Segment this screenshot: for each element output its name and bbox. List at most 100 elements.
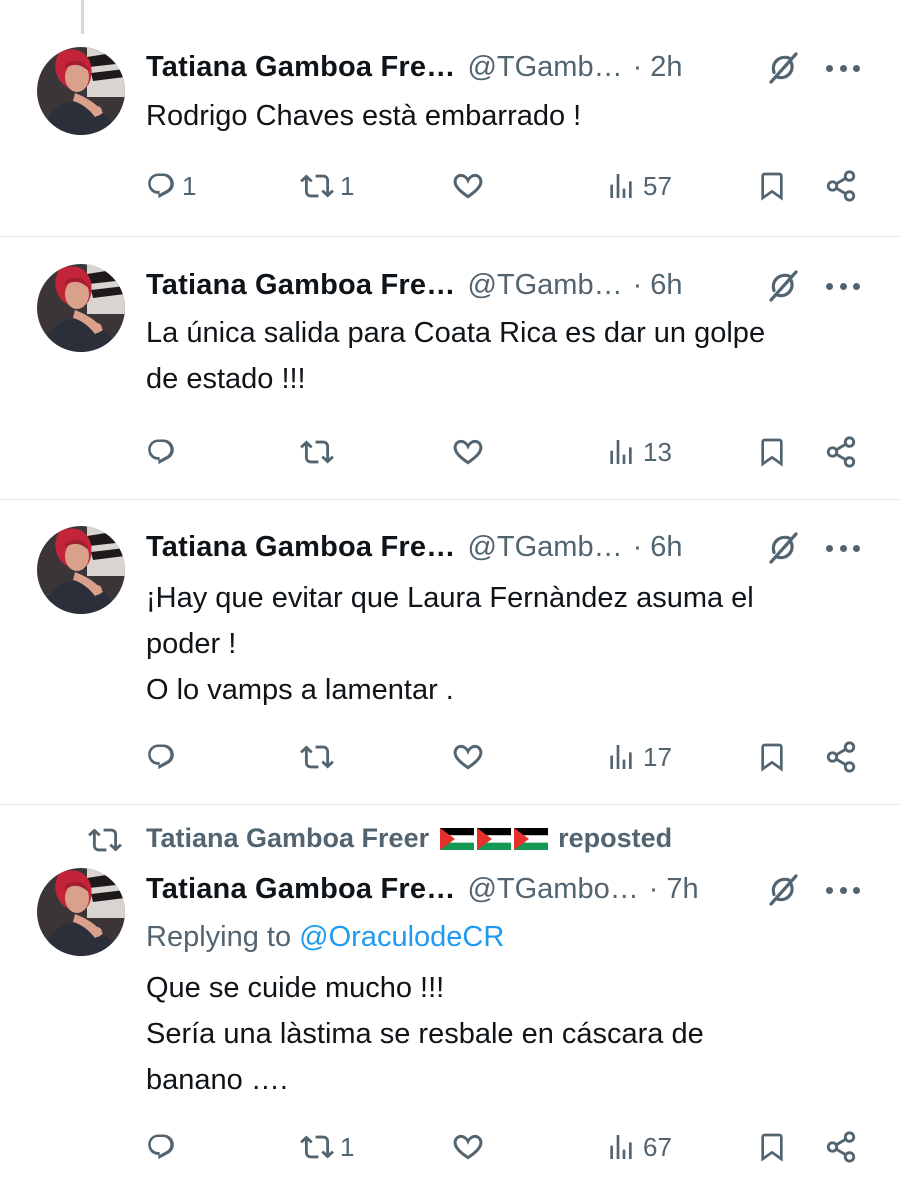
- like-button[interactable]: [450, 166, 492, 206]
- mention-link[interactable]: @OraculodeCR: [299, 921, 504, 953]
- tweet-text-line: banano ….: [146, 1064, 288, 1096]
- tweet-text-line: Sería una làstima se resbale en cáscara …: [146, 1018, 704, 1050]
- repost-icon: [300, 169, 334, 203]
- tweet-text-line: poder !: [146, 628, 237, 660]
- action-bar: 1 1 57: [0, 166, 900, 206]
- palestine-flag-icon: [440, 828, 474, 850]
- share-icon: [824, 740, 858, 774]
- avatar[interactable]: [37, 264, 125, 352]
- repost-count: 1: [340, 1131, 355, 1162]
- more-icon[interactable]: [826, 884, 860, 896]
- avatar[interactable]: [37, 526, 125, 614]
- grok-icon[interactable]: [765, 268, 801, 304]
- author-name[interactable]: Tatiana Gamboa Fre…: [146, 531, 455, 564]
- tweet-2[interactable]: Tatiana Gamboa Fre… @TGamb… · 6h La únic…: [0, 237, 900, 499]
- views-count: 17: [643, 741, 672, 772]
- bookmark-button[interactable]: [756, 166, 788, 206]
- share-icon: [824, 169, 858, 203]
- action-bar: 1 67: [0, 1127, 900, 1167]
- reply-icon: [146, 742, 176, 772]
- author-handle[interactable]: @TGamb…: [467, 269, 622, 302]
- tweet-4[interactable]: Tatiana Gamboa Freer reposted Tatiana Ga…: [0, 805, 900, 1188]
- flag-emojis: [437, 828, 548, 850]
- reply-button[interactable]: [146, 737, 182, 777]
- reply-button[interactable]: 1: [146, 166, 196, 206]
- author-name[interactable]: Tatiana Gamboa Fre…: [146, 873, 455, 906]
- grok-icon[interactable]: [765, 530, 801, 566]
- tweet-header: Tatiana Gamboa Fre… @TGambo… · 7h: [146, 871, 699, 907]
- bookmark-button[interactable]: [756, 1127, 788, 1167]
- grok-icon[interactable]: [765, 50, 801, 86]
- heart-icon: [450, 1129, 486, 1165]
- views-button[interactable]: 17: [605, 737, 672, 777]
- more-icon[interactable]: [826, 280, 860, 292]
- bookmark-icon: [756, 1130, 788, 1164]
- reply-button[interactable]: [146, 432, 182, 472]
- repost-count: 1: [340, 170, 355, 201]
- action-bar: 17: [0, 737, 900, 777]
- repost-button[interactable]: [300, 432, 340, 472]
- tweet-1[interactable]: Tatiana Gamboa Fre… @TGamb… · 2h Rodrigo…: [0, 0, 900, 236]
- views-count: 67: [643, 1131, 672, 1162]
- share-button[interactable]: [824, 737, 858, 777]
- author-name[interactable]: Tatiana Gamboa Fre…: [146, 269, 455, 302]
- tweet-header: Tatiana Gamboa Fre… @TGamb… · 6h: [146, 267, 683, 303]
- like-button[interactable]: [450, 432, 492, 472]
- timestamp[interactable]: · 6h: [633, 269, 683, 302]
- repost-attribution[interactable]: Tatiana Gamboa Freer reposted: [146, 823, 672, 854]
- palestine-flag-icon: [477, 828, 511, 850]
- share-button[interactable]: [824, 432, 858, 472]
- heart-icon: [450, 739, 486, 775]
- share-icon: [824, 435, 858, 469]
- views-button[interactable]: 67: [605, 1127, 672, 1167]
- reposter-name[interactable]: Tatiana Gamboa Freer: [146, 823, 429, 854]
- views-button[interactable]: 13: [605, 432, 672, 472]
- reply-button[interactable]: [146, 1127, 182, 1167]
- author-handle[interactable]: @TGamb…: [467, 531, 622, 564]
- heart-icon: [450, 168, 486, 204]
- reply-count: 1: [182, 170, 197, 201]
- repost-button[interactable]: 1: [300, 166, 354, 206]
- bookmark-icon: [756, 435, 788, 469]
- views-icon: [605, 170, 637, 202]
- tweet-3[interactable]: Tatiana Gamboa Fre… @TGamb… · 6h ¡Hay qu…: [0, 500, 900, 804]
- share-button[interactable]: [824, 166, 858, 206]
- more-icon[interactable]: [826, 62, 860, 74]
- avatar[interactable]: [37, 47, 125, 135]
- like-button[interactable]: [450, 737, 492, 777]
- timestamp[interactable]: · 6h: [633, 531, 683, 564]
- tweet-header: Tatiana Gamboa Fre… @TGamb… · 2h: [146, 49, 683, 85]
- reply-icon: [146, 437, 176, 467]
- timestamp[interactable]: · 2h: [633, 51, 683, 84]
- timestamp[interactable]: · 7h: [649, 873, 699, 906]
- like-button[interactable]: [450, 1127, 492, 1167]
- grok-icon[interactable]: [765, 872, 801, 908]
- palestine-flag-icon: [514, 828, 548, 850]
- repost-icon: [88, 823, 122, 857]
- repost-icon: [300, 435, 334, 469]
- views-button[interactable]: 57: [605, 166, 672, 206]
- bookmark-icon: [756, 169, 788, 203]
- repost-icon: [300, 1130, 334, 1164]
- views-count: 57: [643, 170, 672, 201]
- tweet-text-line: La única salida para Coata Rica es dar u…: [146, 317, 766, 349]
- share-icon: [824, 1130, 858, 1164]
- author-handle[interactable]: @TGambo…: [467, 873, 638, 906]
- reply-icon: [146, 1132, 176, 1162]
- repost-context: Tatiana Gamboa Freer reposted: [0, 821, 900, 857]
- author-handle[interactable]: @TGamb…: [467, 51, 622, 84]
- views-icon: [605, 1131, 637, 1163]
- replying-to-line: Replying to @OraculodeCR: [146, 921, 504, 954]
- bookmark-button[interactable]: [756, 432, 788, 472]
- tweet-text-line: ¡Hay que evitar que Laura Fernàndez asum…: [146, 582, 754, 614]
- repost-button[interactable]: [300, 737, 340, 777]
- bookmark-button[interactable]: [756, 737, 788, 777]
- more-icon[interactable]: [826, 542, 860, 554]
- tweet-header: Tatiana Gamboa Fre… @TGamb… · 6h: [146, 529, 683, 565]
- author-name[interactable]: Tatiana Gamboa Fre…: [146, 51, 455, 84]
- repost-button[interactable]: 1: [300, 1127, 354, 1167]
- share-button[interactable]: [824, 1127, 858, 1167]
- tweet-text-line: O lo vamps a lamentar .: [146, 674, 454, 706]
- avatar[interactable]: [37, 868, 125, 956]
- heart-icon: [450, 434, 486, 470]
